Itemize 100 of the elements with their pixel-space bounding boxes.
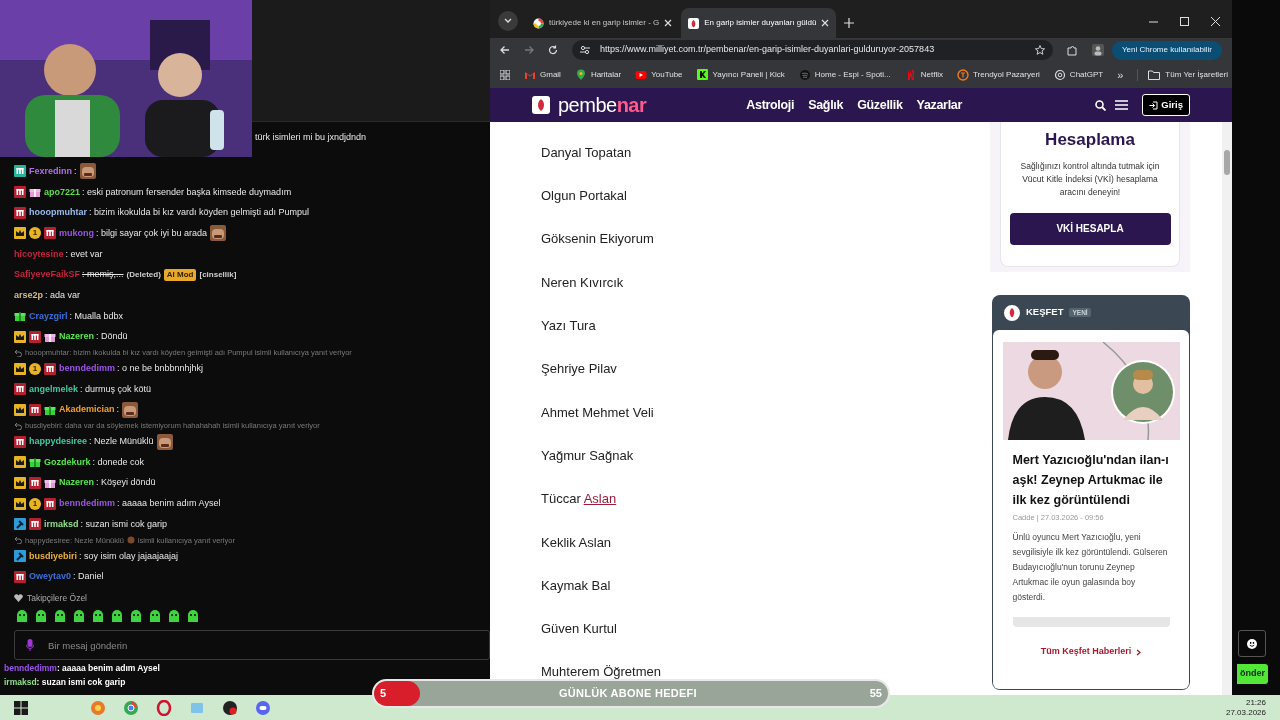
nav-link[interactable]: Güzellik [857, 95, 903, 115]
emoji-button[interactable] [1238, 630, 1266, 657]
browser-tab[interactable]: türkiyede ki en garip isimler - G [526, 8, 680, 38]
site-logo[interactable]: pembenar [558, 90, 647, 120]
all-bookmarks-button[interactable]: Tüm Yer İşaretleri [1137, 69, 1229, 81]
name-text: Danyal Topatan [541, 143, 632, 162]
plus-icon[interactable] [844, 18, 855, 28]
bookmark[interactable]: Home - Espi - Spoti... [798, 69, 891, 81]
bookmark[interactable]: Haritalar [574, 69, 622, 81]
nav-link[interactable]: Yazarlar [916, 95, 963, 115]
name-link[interactable]: Aslan [583, 491, 617, 507]
chat-username[interactable]: apo7221 [44, 186, 81, 198]
chat-message: : [74, 165, 77, 177]
maximize-icon[interactable] [1180, 17, 1189, 26]
subscriber-badge-icon [29, 403, 41, 416]
close-icon[interactable] [1211, 17, 1220, 26]
chat-username[interactable]: Crayzgirl [29, 310, 68, 322]
chat-username[interactable]: hooopmuhtar [29, 207, 87, 219]
goal-target: 55 [869, 686, 882, 702]
bookmark[interactable]: Yayıncı Paneli | Kick [696, 69, 785, 81]
chat-message: : [116, 404, 120, 416]
calculate-button[interactable]: VKİ HESAPLA [1009, 212, 1171, 245]
menu-icon[interactable] [1115, 100, 1129, 110]
chat-username[interactable]: mukong [59, 227, 94, 239]
moderator-badge-icon [14, 518, 26, 531]
address-bar[interactable]: https://www.milliyet.com.tr/pembenar/en-garip-isimler-duyanlari-gulduruyor-2057843 [572, 40, 1053, 60]
bookmark[interactable]: Netflix [904, 69, 943, 81]
scrollbar[interactable] [1222, 122, 1232, 695]
chat-message: : eski patronum fersender başka kimsede duymadım [82, 186, 292, 198]
emote-icon[interactable] [15, 609, 29, 624]
bookmark[interactable]: Gmail [524, 69, 561, 81]
emote-icon[interactable] [72, 609, 86, 624]
star-icon[interactable] [1035, 45, 1045, 55]
more-bookmarks-button[interactable]: » [1117, 66, 1124, 84]
chat-username[interactable]: SafiyeveFaikSF [14, 269, 81, 281]
emote-icon[interactable] [148, 609, 162, 624]
forward-arrow-icon[interactable] [524, 45, 534, 55]
bookmark[interactable]: YouTube [635, 69, 683, 81]
crown-badge-icon [14, 330, 26, 343]
chat-message: : bilgi sayar çok iyi bu arada [96, 227, 208, 239]
chat-username[interactable]: Fexredinn [29, 165, 72, 177]
chat-username[interactable]: Nazeren [59, 477, 94, 489]
emote-icon[interactable] [129, 609, 143, 624]
emote-icon[interactable] [167, 609, 181, 624]
name-text: Şehriye Pilav [541, 360, 617, 379]
chat-username[interactable]: Nazeren [59, 331, 94, 343]
chat-username[interactable]: angelmelek [29, 383, 79, 395]
folder-icon [1148, 70, 1161, 80]
heart-icon [14, 594, 23, 603]
emote-icon[interactable] [34, 609, 48, 624]
nav-link[interactable]: Sağlık [808, 95, 844, 115]
opera-icon[interactable] [156, 699, 172, 716]
chat-username[interactable]: happydesiree [29, 436, 88, 448]
chat-message: : durmuş çok kötü [80, 383, 152, 395]
chat-message: : bizim ikokulda bi kız vardı köyden gelmişti adı Pumpul [89, 207, 310, 219]
chat-username[interactable]: arse2p [14, 289, 44, 301]
chat-username[interactable]: hicoytesine [14, 248, 64, 260]
search-icon[interactable] [1095, 99, 1107, 111]
bookmark[interactable]: ChatGPT [1053, 69, 1104, 81]
chat-username[interactable]: benndedimm [59, 363, 115, 375]
headline-link[interactable]: Mert Yazıcıoğlu'ndan ilan-ı aşk! Zeynep Artukmac ile ilk kez görüntülendi [1012, 450, 1170, 510]
overlay-chat-line: irmaksd: suzan ismi cok garip [4, 675, 127, 689]
message-input[interactable]: Bir mesaj gönderin [14, 630, 490, 661]
chat-username[interactable]: benndedimm [59, 498, 115, 510]
close-icon[interactable] [664, 19, 673, 27]
back-arrow-icon[interactable] [500, 45, 510, 55]
all-discover-link[interactable]: Tüm Keşfet Haberleri [1040, 645, 1142, 659]
chat-username[interactable]: busdiyebiri [29, 550, 77, 562]
bookmark[interactable]: Trendyol Pazaryeri [957, 69, 1040, 81]
tab-list-button[interactable] [498, 11, 518, 31]
chat-username[interactable]: Gozdekurk [44, 456, 91, 468]
reload-icon[interactable] [548, 45, 558, 55]
browser-tab[interactable]: En garip isimler duyanları güldü [681, 8, 837, 38]
chat-username[interactable]: irmaksd [44, 518, 79, 530]
update-chrome-button[interactable]: Yeni Chrome kullanılabilir [1112, 40, 1222, 60]
chat-username[interactable]: Akademician [59, 404, 115, 416]
name-text: Yağmur Sağnak [541, 446, 634, 465]
name-text: Keklik Aslan [541, 533, 612, 552]
apps-grid-icon[interactable] [500, 70, 510, 80]
emote-icon[interactable] [186, 609, 200, 624]
record-icon[interactable] [222, 699, 238, 716]
chrome-icon[interactable] [123, 699, 139, 716]
count-badge: 1 [29, 227, 41, 240]
extensions-icon[interactable] [1067, 44, 1078, 56]
deleted-label: [cinsellik] [199, 268, 237, 281]
windows-start-icon[interactable] [14, 700, 28, 715]
gift-badge-icon [29, 186, 41, 199]
close-icon[interactable] [821, 19, 830, 27]
chat-username[interactable]: Oweytav0 [29, 571, 72, 583]
article-summary: Ünlü oyuncu Mert Yazıcıoğlu, yeni sevgilisiyle ilk kez görüntülendi. Gülseren Budayıcıoğlu'nun torunu Zeynep Artukmac ile oyun galasında boy gösterdi. [1012, 531, 1169, 605]
nav-link[interactable]: Astroloji [746, 95, 795, 115]
reply-arrow-icon [14, 348, 22, 357]
emote-icon[interactable] [91, 609, 105, 624]
send-button[interactable]: önder [1237, 664, 1268, 684]
emote-icon[interactable] [110, 609, 124, 624]
profile-avatar-icon[interactable] [1092, 44, 1104, 56]
chat-message: türk isimleri mi bu jxndjdndn [255, 132, 367, 142]
emote-icon[interactable] [53, 609, 67, 624]
login-button[interactable]: Giriş [1142, 94, 1190, 116]
subscriber-badge-icon [29, 518, 41, 531]
